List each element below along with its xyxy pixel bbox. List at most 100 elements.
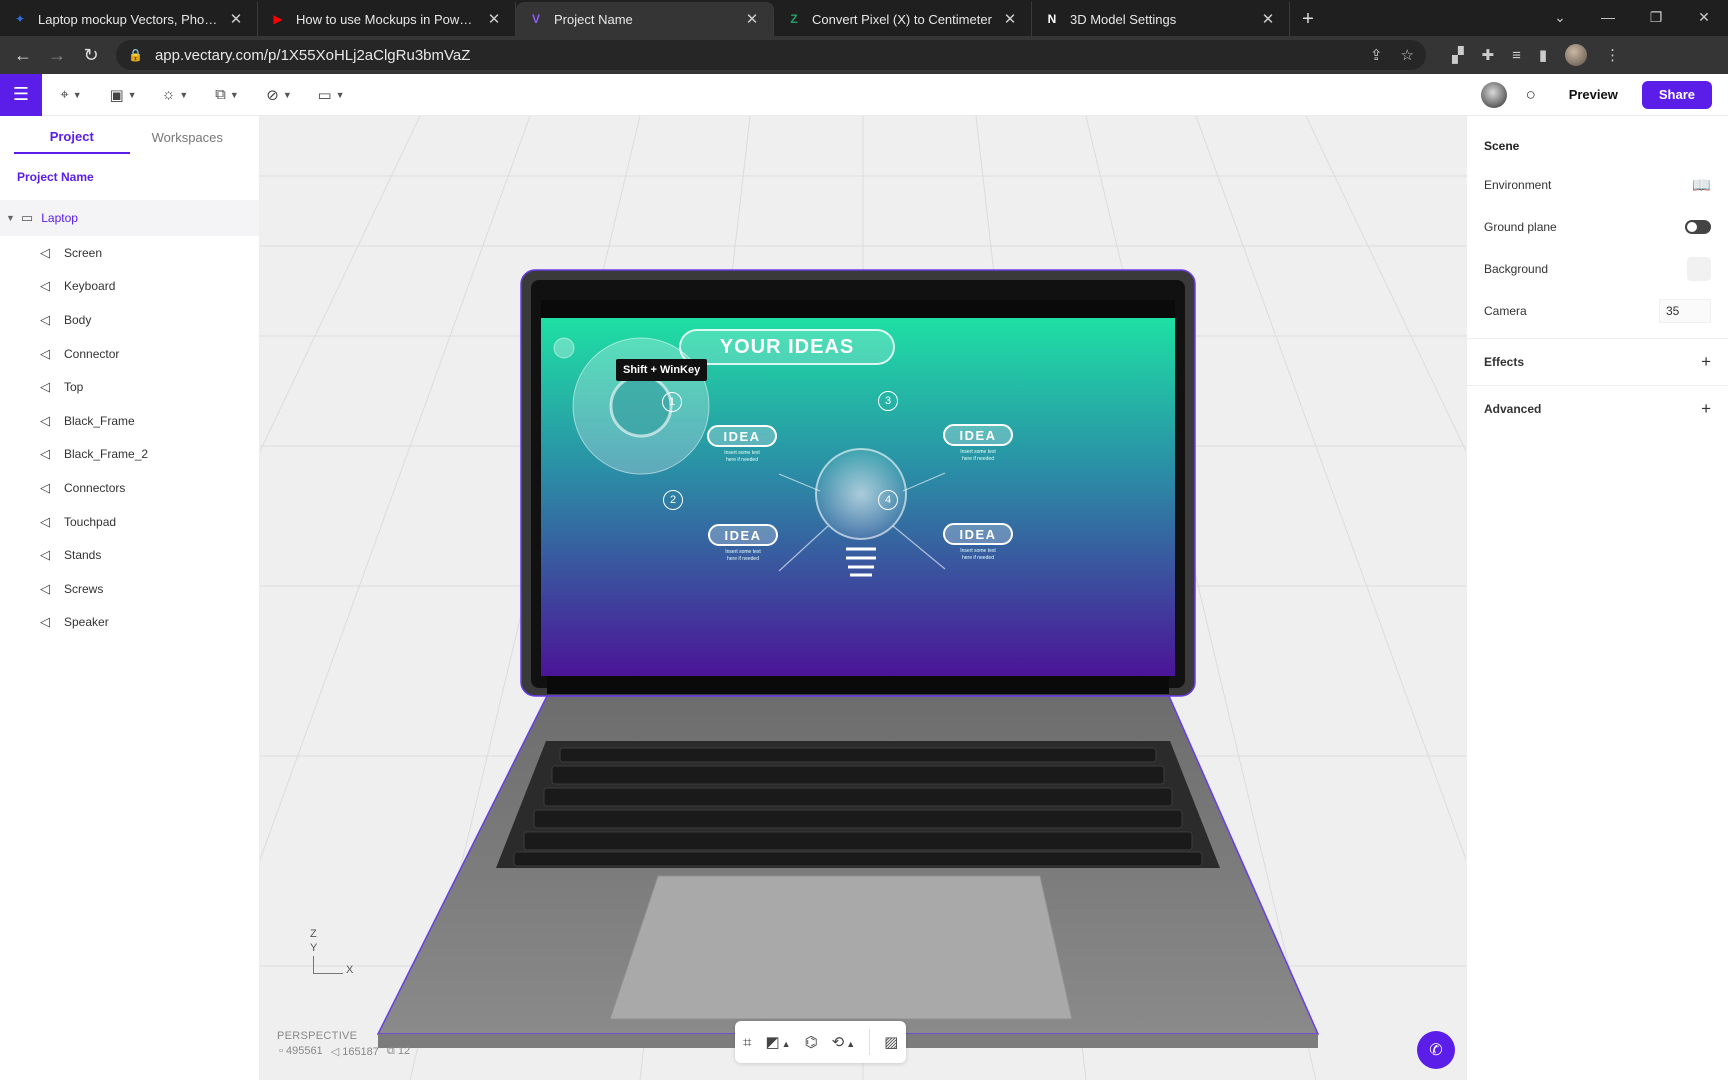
modifiers-tool[interactable]: ⧉ ▼ <box>206 79 248 111</box>
mesh-icon: ◁ <box>40 311 50 327</box>
tree-item-label: Keyboard <box>64 279 116 294</box>
orbit-icon[interactable]: ⟲ ▲ <box>832 1033 856 1051</box>
tree-item[interactable]: ◁ Connector <box>0 337 259 371</box>
browser-tab[interactable]: ✦ Laptop mockup Vectors, Photos and ✕ <box>0 2 258 36</box>
idea-pill: IDEA <box>708 524 778 546</box>
idea-note: Insert some text <box>960 449 996 455</box>
expand-advanced-icon[interactable]: + <box>1701 399 1711 419</box>
screenshot-icon[interactable]: ▨ <box>884 1033 898 1051</box>
library-tool[interactable]: ▭ ▼ <box>310 79 352 111</box>
tree-item-label: Top <box>64 380 84 395</box>
background-color-swatch[interactable] <box>1687 257 1711 281</box>
back-icon[interactable]: ← <box>6 38 40 72</box>
chevron-down-icon[interactable]: ▼ <box>6 213 15 223</box>
add-effect-icon[interactable]: + <box>1701 352 1711 372</box>
chat-support-button[interactable]: ✆ <box>1417 1031 1455 1069</box>
book-icon[interactable]: 📖 <box>1692 176 1711 194</box>
tab-workspaces[interactable]: Workspaces <box>130 120 246 153</box>
object-count-value: 12 <box>397 1045 411 1057</box>
extension-icon[interactable]: ▞ <box>1452 46 1464 64</box>
material-tool[interactable]: ⊘ ▼ <box>258 79 300 111</box>
bookmark-star-icon[interactable]: ☆ <box>1401 46 1414 64</box>
select-tool[interactable]: ⌖ ▼ <box>50 79 92 111</box>
tree-item-label: Laptop <box>41 211 78 225</box>
idea-pill: IDEA <box>707 425 777 447</box>
window-controls: ⌄ — ❐ ✕ <box>1536 0 1728 34</box>
tab-title: Convert Pixel (X) to Centimeter <box>812 11 992 27</box>
kebab-menu-icon[interactable]: ⋮ <box>1605 46 1620 64</box>
chevron-up-icon: ▲ <box>781 1039 791 1049</box>
tree-item[interactable]: ◁ Speaker <box>0 606 259 640</box>
close-window-icon[interactable]: ✕ <box>1680 0 1728 34</box>
close-tab-icon[interactable]: ✕ <box>227 10 245 28</box>
address-bar-row: ← → ↻ 🔒 app.vectary.com/p/1X55XoHLj2aClg… <box>0 36 1728 74</box>
camera-fov-input[interactable]: 35 <box>1659 299 1711 323</box>
ground-plane-row: Ground plane <box>1467 206 1728 248</box>
light-tool[interactable]: ☼ ▼ <box>154 79 196 111</box>
tab-search-icon[interactable]: ⌄ <box>1536 0 1584 34</box>
mesh-icon: ◁ <box>40 244 50 260</box>
hamburger-menu-icon[interactable]: ☰ <box>0 73 42 116</box>
chevron-down-icon: ▼ <box>72 89 82 100</box>
minimize-icon[interactable]: — <box>1584 0 1632 34</box>
close-tab-icon[interactable]: ✕ <box>1001 10 1019 28</box>
camera-mode-label[interactable]: PERSPECTIVE <box>277 1030 357 1042</box>
tree-item[interactable]: ◁ Black_Frame_2 <box>0 438 259 472</box>
advanced-row[interactable]: Advanced + <box>1467 386 1728 432</box>
profile-avatar[interactable] <box>1565 44 1588 66</box>
tree-item[interactable]: ◁ Touchpad <box>0 505 259 539</box>
add-object-tool[interactable]: ▣ ▼ <box>102 79 144 111</box>
3d-viewport[interactable]: YOUR IDEAS Shift + WinKey 1 IDEA Insert … <box>260 116 1466 1080</box>
tree-item[interactable]: ◁ Screen <box>0 236 259 270</box>
effects-row[interactable]: Effects + <box>1467 339 1728 385</box>
render-mode-icon[interactable]: ◩ ▲ <box>765 1033 790 1051</box>
browser-tab[interactable]: Z Convert Pixel (X) to Centimeter ✕ <box>774 2 1032 36</box>
close-tab-icon[interactable]: ✕ <box>743 10 761 28</box>
close-tab-icon[interactable]: ✕ <box>485 10 503 28</box>
idea-number-badge: 4 <box>878 490 898 510</box>
reload-icon[interactable]: ↻ <box>74 38 108 72</box>
browser-tab[interactable]: ▶ How to use Mockups in PowerPoint ✕ <box>258 2 516 36</box>
ground-plane-toggle[interactable] <box>1685 220 1711 234</box>
properties-panel: Scene Environment 📖 Ground plane Backgro… <box>1466 116 1728 1080</box>
advanced-label: Advanced <box>1484 402 1542 416</box>
share-button[interactable]: Share <box>1641 80 1712 109</box>
tree-item[interactable]: ◁ Top <box>0 370 259 404</box>
tree-item[interactable]: ◁ Screws <box>0 572 259 606</box>
tree-item-label: Screen <box>64 245 103 260</box>
effects-label: Effects <box>1484 355 1525 369</box>
user-avatar[interactable] <box>1480 81 1507 108</box>
share-page-icon[interactable]: ⇪ <box>1370 46 1383 64</box>
focus-icon[interactable]: ⌗ <box>743 1034 751 1051</box>
media-icon[interactable]: ≡ <box>1512 47 1521 64</box>
new-tab-button[interactable]: + <box>1290 2 1326 36</box>
chevron-up-icon: ▲ <box>846 1039 856 1049</box>
project-name[interactable]: Project Name <box>0 156 259 200</box>
chevron-down-icon: ▼ <box>127 89 137 100</box>
tree-item[interactable]: ◁ Connectors <box>0 471 259 505</box>
preview-button[interactable]: Preview <box>1554 80 1632 109</box>
tree-item[interactable]: ◁ Keyboard <box>0 270 259 304</box>
tree-item[interactable]: ◁ Stands <box>0 538 259 572</box>
idea-number-badge: 1 <box>662 392 682 412</box>
snap-icon[interactable]: ⌬ <box>805 1033 818 1051</box>
tree-item[interactable]: ◁ Body <box>0 303 259 337</box>
comment-icon[interactable]: ○ <box>1517 85 1545 105</box>
url-field[interactable]: 🔒 app.vectary.com/p/1X55XoHLj2aClgRu3bmV… <box>116 40 1426 70</box>
idea-note: here if needed <box>962 555 994 561</box>
puzzle-icon[interactable]: ✚ <box>1482 46 1495 64</box>
tab-project[interactable]: Project <box>14 119 130 154</box>
browser-tab[interactable]: N 3D Model Settings ✕ <box>1032 2 1290 36</box>
laptop-model[interactable] <box>376 269 1320 1048</box>
axis-y-label: Y <box>310 942 318 954</box>
forward-icon[interactable]: → <box>40 38 74 72</box>
tree-item[interactable]: ◁ Black_Frame <box>0 404 259 438</box>
restore-icon[interactable]: ❐ <box>1632 0 1680 34</box>
tree-item-label: Screws <box>64 581 104 596</box>
close-tab-icon[interactable]: ✕ <box>1259 10 1277 28</box>
browser-tab-active[interactable]: V Project Name ✕ <box>516 2 774 36</box>
sidebar-icon[interactable]: ▮ <box>1539 46 1547 64</box>
tree-item-label: Black_Frame <box>64 413 135 428</box>
vertex-count-value: 495561 <box>285 1045 323 1057</box>
tree-item-laptop[interactable]: ▼ ▭ Laptop <box>0 200 259 236</box>
